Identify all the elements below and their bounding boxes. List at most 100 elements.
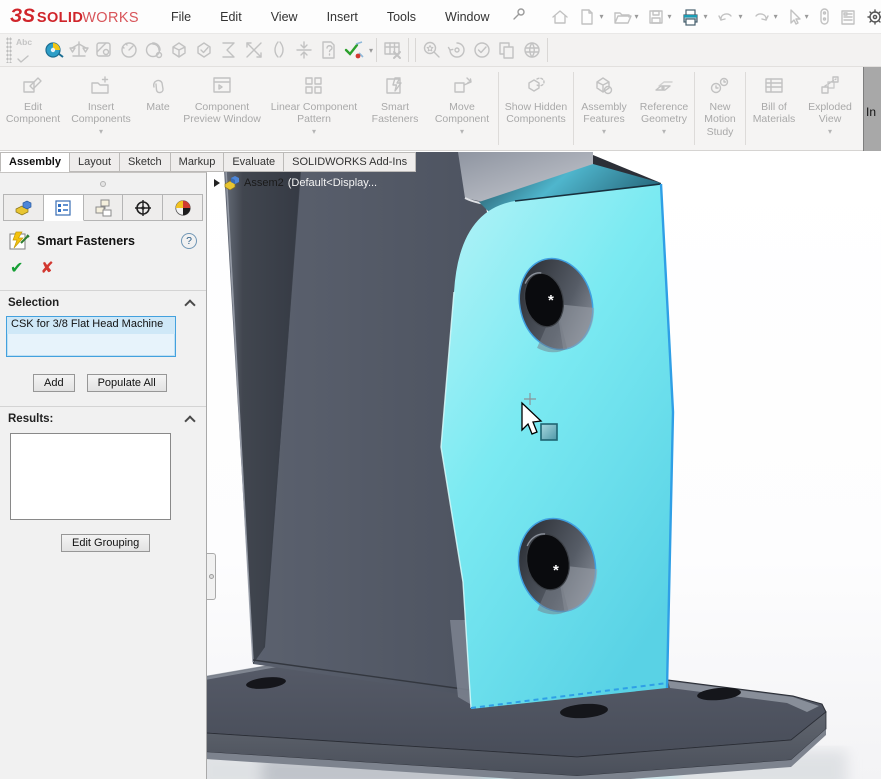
panel-splitter-handle[interactable]: [207, 553, 216, 600]
ribbon-component-preview-window[interactable]: Component Preview Window: [180, 67, 264, 150]
help-icon[interactable]: ?: [181, 233, 197, 249]
check-icon[interactable]: [166, 38, 191, 62]
ribbon-reference-geometry[interactable]: Reference Geometry ▾: [634, 67, 694, 150]
edit-grouping-button[interactable]: Edit Grouping: [61, 534, 150, 552]
ribbon-move-component[interactable]: Move Component ▾: [426, 67, 498, 150]
verification-icon[interactable]: [469, 38, 494, 62]
thickness-analysis-icon[interactable]: [291, 38, 316, 62]
tab-feature-manager[interactable]: [3, 194, 44, 221]
task-pane-icon[interactable]: [836, 8, 860, 26]
dropdown-arrow-icon[interactable]: ▾: [99, 127, 103, 136]
ok-button[interactable]: ✔: [10, 261, 23, 277]
evaluate-table-icon[interactable]: [380, 38, 405, 62]
menu-window[interactable]: Window: [445, 10, 489, 24]
tree-node-config[interactable]: (Default<Display...: [288, 177, 377, 189]
pin-menu-icon[interactable]: [511, 6, 527, 27]
component-preview-window-icon: [210, 74, 234, 98]
tab-sketch[interactable]: Sketch: [119, 152, 170, 172]
ribbon-linear-component-pattern[interactable]: Linear Component Pattern ▾: [264, 67, 364, 150]
graphics-viewport[interactable]: * *: [207, 152, 881, 779]
menu-file[interactable]: File: [171, 10, 191, 24]
ribbon-insert-components[interactable]: Insert Components ▾: [66, 67, 136, 150]
dropdown-arrow-icon[interactable]: ▾: [828, 127, 832, 136]
dropdown-arrow-icon[interactable]: ▾: [312, 127, 316, 136]
touch-mode-icon[interactable]: [814, 7, 834, 27]
interference-detection-icon[interactable]: [241, 38, 266, 62]
cancel-button[interactable]: ✘: [40, 261, 53, 277]
ribbon-exploded-view[interactable]: Exploded View ▾: [802, 67, 858, 150]
new-dropdown-icon[interactable]: ▾: [599, 12, 603, 21]
tab-markup[interactable]: Markup: [170, 152, 224, 172]
display-manager-icon: [174, 199, 192, 217]
select-dropdown-icon[interactable]: ▾: [805, 12, 809, 21]
tab-property-manager[interactable]: [44, 194, 84, 221]
ribbon-show-hidden-components[interactable]: Show Hidden Components: [499, 67, 573, 150]
panel-grip[interactable]: [0, 173, 206, 194]
import-diagnostics-icon[interactable]: [316, 38, 341, 62]
ribbon-bill-of-materials[interactable]: Bill of Materials: [746, 67, 802, 150]
ribbon-mate[interactable]: Mate: [136, 67, 180, 150]
save-dropdown-icon[interactable]: ▾: [668, 12, 672, 21]
fastener-type-selected-item[interactable]: CSK for 3/8 Flat Head Machine: [7, 317, 175, 334]
expand-arrow-icon[interactable]: [214, 179, 220, 187]
tab-assembly[interactable]: Assembly: [0, 152, 69, 172]
redo-icon[interactable]: ▾: [748, 8, 781, 26]
draft-analysis-icon[interactable]: [266, 38, 291, 62]
ribbon-smart-fasteners[interactable]: Smart Fasteners: [364, 67, 426, 150]
design-checker-dropdown-icon[interactable]: ▾: [369, 46, 373, 55]
undo-dropdown-icon[interactable]: ▾: [739, 12, 743, 21]
toolbar-drag-handle[interactable]: [6, 37, 12, 63]
sustainability-icon[interactable]: [519, 38, 544, 62]
menu-edit[interactable]: Edit: [220, 10, 242, 24]
home-icon[interactable]: [547, 7, 573, 27]
ribbon-edit-component[interactable]: Edit Component: [0, 67, 66, 150]
collapse-chevron-icon[interactable]: [184, 415, 195, 426]
new-document-icon[interactable]: ▾: [575, 7, 606, 27]
tree-node-name[interactable]: Assem2: [244, 177, 284, 189]
ribbon-overflow-instant3d[interactable]: In: [863, 67, 881, 151]
select-icon[interactable]: ▾: [783, 8, 812, 26]
tab-layout[interactable]: Layout: [69, 152, 119, 172]
tab-dimxpert-manager[interactable]: [123, 194, 163, 221]
add-button[interactable]: Add: [33, 374, 75, 392]
print-dropdown-icon[interactable]: ▾: [704, 12, 708, 21]
open-dropdown-icon[interactable]: ▾: [635, 12, 639, 21]
dropdown-arrow-icon[interactable]: ▾: [662, 127, 666, 136]
design-checker-icon[interactable]: [341, 38, 366, 62]
print-icon[interactable]: ▾: [677, 7, 711, 27]
tab-configuration-manager[interactable]: [84, 194, 124, 221]
deviation-analysis-icon[interactable]: [191, 38, 216, 62]
redo-dropdown-icon[interactable]: ▾: [774, 12, 778, 21]
compare-icon[interactable]: [494, 38, 519, 62]
performance-evaluation-icon[interactable]: [116, 38, 141, 62]
menu-view[interactable]: View: [271, 10, 298, 24]
undo-icon[interactable]: ▾: [713, 8, 746, 26]
mass-properties-icon[interactable]: [66, 38, 91, 62]
spell-checker-icon[interactable]: Abc: [16, 38, 41, 62]
options-gear-icon[interactable]: ▾: [862, 7, 881, 27]
dropdown-arrow-icon[interactable]: ▾: [460, 127, 464, 136]
open-icon[interactable]: ▾: [609, 7, 642, 27]
dynamic-evaluation-icon[interactable]: [444, 38, 469, 62]
menu-insert[interactable]: Insert: [327, 10, 358, 24]
tab-evaluate[interactable]: Evaluate: [223, 152, 283, 172]
measure-icon[interactable]: [41, 38, 66, 62]
section-properties-icon[interactable]: [91, 38, 116, 62]
ribbon-assembly-features[interactable]: Assembly Features ▾: [574, 67, 634, 150]
feature-tree-root[interactable]: Assem2 (Default<Display...: [214, 175, 377, 190]
populate-all-button[interactable]: Populate All: [87, 374, 167, 392]
collapse-chevron-icon[interactable]: [184, 299, 195, 310]
magnified-selection-icon[interactable]: [419, 38, 444, 62]
ribbon-new-motion-study[interactable]: New Motion Study: [695, 67, 745, 150]
dropdown-arrow-icon[interactable]: ▾: [602, 127, 606, 136]
equations-icon[interactable]: [216, 38, 241, 62]
fastener-type-listbox[interactable]: CSK for 3/8 Flat Head Machine: [6, 316, 176, 357]
results-listbox[interactable]: [10, 433, 171, 520]
face-filter-icon: [541, 424, 557, 440]
evaluate-toolbar: Abc ▾: [0, 33, 881, 67]
tab-solidworks-add-ins[interactable]: SOLIDWORKS Add-Ins: [283, 152, 416, 172]
menu-tools[interactable]: Tools: [387, 10, 416, 24]
tab-display-manager[interactable]: [163, 194, 203, 221]
save-icon[interactable]: ▾: [644, 8, 675, 26]
curvature-icon[interactable]: [141, 38, 166, 62]
